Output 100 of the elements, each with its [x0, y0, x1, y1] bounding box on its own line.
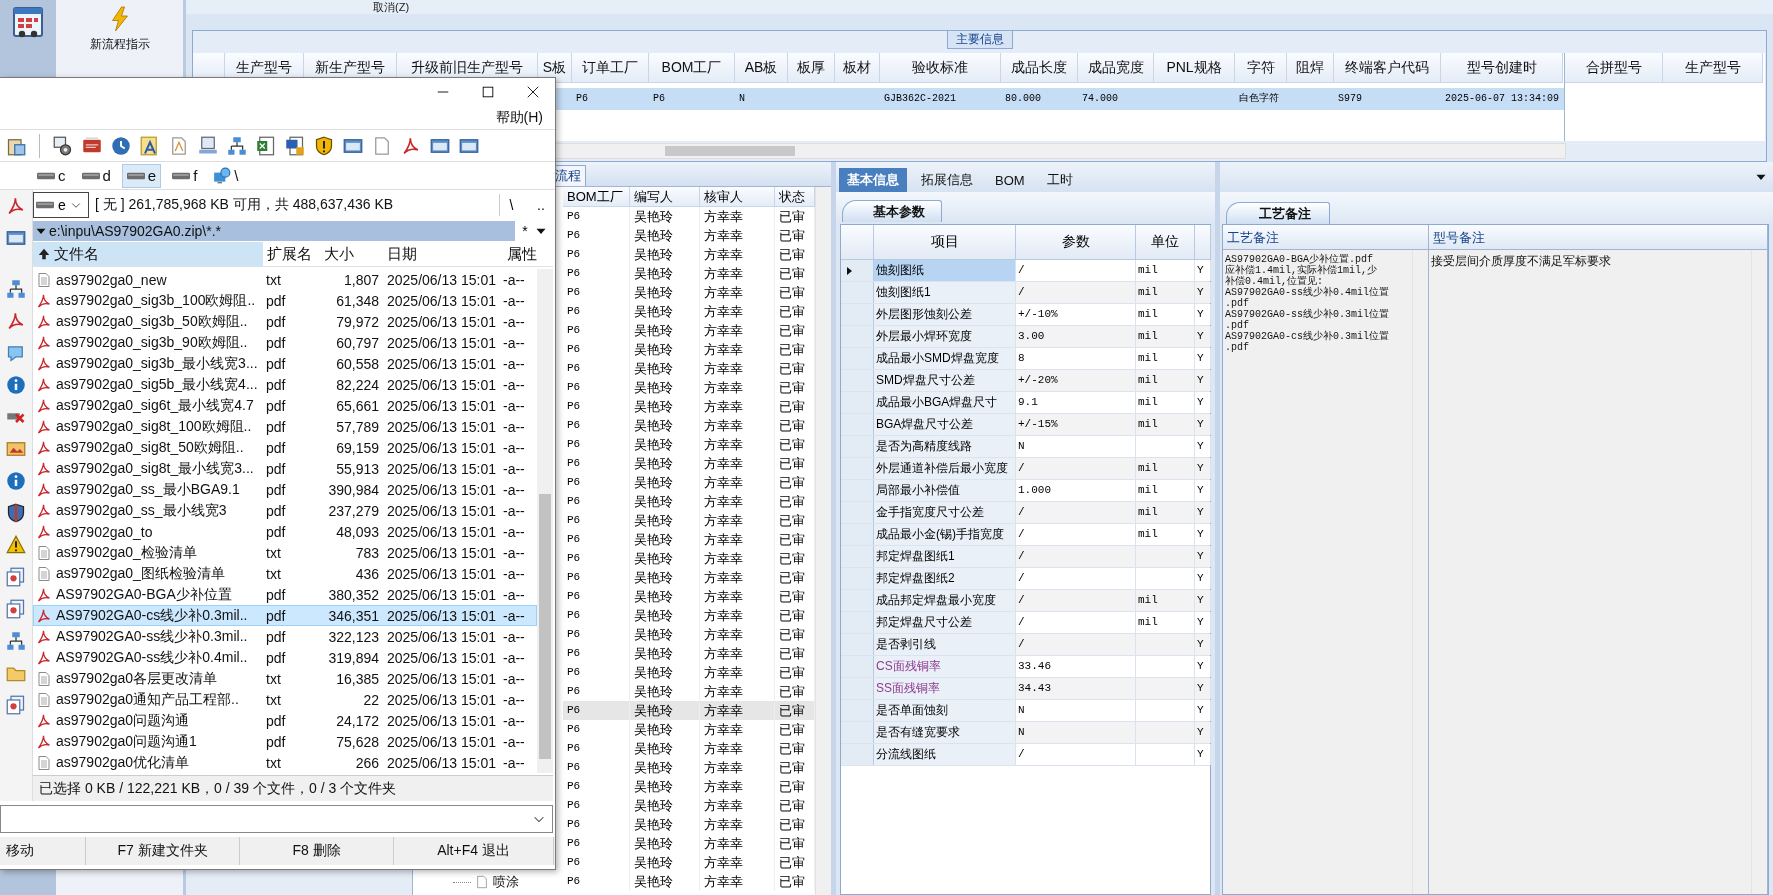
column-header[interactable]: AB板	[735, 53, 788, 83]
file-row[interactable]: as97902ga0_sig8t_50欧姆阻.. pdf 69,159 2025/06/13 15:01 -a--	[33, 437, 537, 458]
column-header[interactable]: 合拼型号	[1565, 53, 1663, 83]
file-row[interactable]: AS97902GA0-ss线少补0.3mil.. pdf 322,123 2025/06/13 15:01 -a--	[33, 626, 537, 647]
table-row[interactable]: 分流线图纸 / Y	[841, 744, 1210, 766]
file-row[interactable]: AS97902GA0-BGA少补位置 pdf 380,352 2025/06/13 15:01 -a--	[33, 584, 537, 605]
window-icon[interactable]	[6, 228, 26, 248]
page-icon[interactable]	[169, 135, 189, 156]
table-cell[interactable]: 是否单面蚀刻	[874, 700, 1016, 721]
table-cell[interactable]: 分流线图纸	[874, 744, 1016, 765]
table-cell[interactable]: 外层图形蚀刻公差	[874, 304, 1016, 325]
file-row[interactable]: as97902ga0通知产品工程部.. txt 22 2025/06/13 15:01 -a--	[33, 689, 537, 710]
table-cell[interactable]: 是否剥引线	[874, 634, 1016, 655]
table-row[interactable]: 外层最小焊环宽度 3.00 mil Y	[841, 326, 1210, 348]
network-icon[interactable]	[6, 631, 26, 651]
gear-icon[interactable]	[53, 135, 73, 156]
file-row[interactable]: as97902ga0_sig3b_50欧姆阻.. pdf 79,972 2025/06/13 15:01 -a--	[33, 311, 537, 332]
table-cell[interactable]: 成品邦定焊盘最小宽度	[874, 590, 1016, 611]
table-row[interactable]: 外层图形蚀刻公差 +/-10% mil Y	[841, 304, 1210, 326]
file-row[interactable]: AS97902GA0-ss线少补0.4mil.. pdf 319,894 2025/06/13 15:01 -a--	[33, 647, 537, 668]
table-row[interactable]: 局部最小补偿值 1.000 mil Y	[841, 480, 1210, 502]
column-header[interactable]: BOM工厂	[649, 53, 735, 83]
table-row[interactable]: 成品最小金(锡)手指宽度 / mil Y	[841, 524, 1210, 546]
file-row[interactable]: as97902ga0_ss_最小线宽3 pdf 237,279 2025/06/13 15:01 -a--	[33, 500, 537, 521]
file-row[interactable]: as97902ga0_检验清单 txt 783 2025/06/13 15:01 -a--	[33, 542, 537, 563]
table-cell[interactable]: SS面残铜率	[874, 678, 1016, 699]
info-icon[interactable]	[6, 375, 26, 395]
file-row[interactable]: as97902ga0各层更改清单 txt 16,385 2025/06/13 15:01 -a--	[33, 668, 537, 689]
chat-bubble-icon[interactable]	[6, 343, 26, 363]
file-row[interactable]: as97902ga0_sig6t_最小线宽4.7 pdf 65,661 2025/06/13 15:01 -a--	[33, 395, 537, 416]
table-cell[interactable]: 金手指宽度尺寸公差	[874, 502, 1016, 523]
drive-button[interactable]: c	[32, 163, 71, 188]
table-row[interactable]: 邦定焊盘图纸2 / Y	[841, 568, 1210, 590]
path-bar[interactable]: e:\inpu\AS97902GA0.zip\*.*	[33, 221, 515, 241]
document-stack-icon[interactable]	[6, 599, 26, 619]
drive-button[interactable]: d	[76, 163, 116, 188]
column-header[interactable]: 核审人	[700, 187, 775, 207]
table-cell[interactable]: 邦定焊盘尺寸公差	[874, 612, 1016, 633]
file-row[interactable]: as97902ga0问题沟通1 pdf 75,628 2025/06/13 15:01 -a--	[33, 731, 537, 752]
tab[interactable]: 基本信息	[839, 168, 907, 192]
column-header[interactable]: 阻焊	[1287, 53, 1334, 83]
file-row[interactable]: as97902ga0优化清单 txt 266 2025/06/13 15:01 -a--	[33, 752, 537, 773]
table-row[interactable]: 是否剥引线 / Y	[841, 634, 1210, 656]
warning-icon[interactable]	[6, 535, 26, 555]
vertical-scrollbar[interactable]	[815, 187, 831, 895]
table-cell[interactable]: SMD焊盘尺寸公差	[874, 370, 1016, 391]
file-row[interactable]: as97902ga0_new txt 1,807 2025/06/13 15:01 -a--	[33, 269, 537, 290]
table-row[interactable]: 邦定焊盘尺寸公差 / mil Y	[841, 612, 1210, 634]
table-row[interactable]: 成品邦定焊盘最小宽度 / mil Y	[841, 590, 1210, 612]
file-row[interactable]: as97902ga0_sig3b_100欧姆阻.. pdf 61,348 2025/06/13 15:01 -a--	[33, 290, 537, 311]
tree-item[interactable]: 喷涂	[453, 873, 563, 891]
file-row[interactable]: AS97902GA0-cs线少补0.3mil.. pdf 346,351 2025/06/13 15:01 -a--	[33, 605, 537, 626]
table-cell[interactable]: 成品最小BGA焊盘尺寸	[874, 392, 1016, 413]
column-header[interactable]: 状态	[775, 187, 815, 207]
column-header[interactable]: 订单工厂	[572, 53, 649, 83]
table-row[interactable]: 成品最小SMD焊盘宽度 8 mil Y	[841, 348, 1210, 370]
spreadsheet-icon[interactable]	[256, 135, 276, 156]
cancel-button[interactable]: 取消(Z)	[373, 1, 410, 13]
pdf-file-icon[interactable]	[401, 135, 421, 156]
table-row[interactable]: 蚀刻图纸 / mil Y	[841, 260, 1210, 282]
table-row[interactable]: BGA焊盘尺寸公差 +/-15% mil Y	[841, 414, 1210, 436]
picture-icon[interactable]	[6, 439, 26, 459]
table-cell[interactable]: 邦定焊盘图纸2	[874, 568, 1016, 589]
column-header[interactable]: 板厚	[788, 53, 835, 83]
table-cell[interactable]: 邦定焊盘图纸1	[874, 546, 1016, 567]
table-row[interactable]: 外层通道补偿后最小宽度 / mil Y	[841, 458, 1210, 480]
info-icon[interactable]	[6, 471, 26, 491]
table-row[interactable]: CS面残铜率 33.46 Y	[841, 656, 1210, 678]
column-header[interactable]: BOM工厂	[563, 187, 630, 207]
tab[interactable]: BOM	[987, 168, 1033, 192]
pdf-file-icon[interactable]	[6, 196, 26, 216]
shield-icon[interactable]	[314, 135, 334, 156]
column-header[interactable]: 单位	[1136, 225, 1195, 260]
table-cell[interactable]: 是否为高精度线路	[874, 436, 1016, 457]
computer-icon[interactable]	[198, 135, 218, 156]
column-header[interactable]: 项目	[874, 225, 1016, 260]
column-header[interactable]: 板材	[835, 53, 880, 83]
root-button[interactable]: \	[499, 193, 523, 216]
drive-button[interactable]: e	[121, 163, 162, 188]
table-cell[interactable]: 外层通道补偿后最小宽度	[874, 458, 1016, 479]
drive-button[interactable]: f	[167, 163, 203, 188]
table-cell[interactable]: BGA焊盘尺寸公差	[874, 414, 1016, 435]
column-header[interactable]: 终端客户代码	[1334, 53, 1441, 83]
document-stack-icon[interactable]	[6, 695, 26, 715]
column-header[interactable]: 验收标准	[880, 53, 1001, 83]
table-cell[interactable]: 蚀刻图纸1	[874, 282, 1016, 303]
file-row[interactable]: as97902ga0_sig5b_最小线宽4... pdf 82,224 2025/06/13 15:01 -a--	[33, 374, 537, 395]
table-row[interactable]: 邦定焊盘图纸1 / Y	[841, 546, 1210, 568]
launcher-button[interactable]: 新流程指示	[85, 6, 154, 53]
parent-button[interactable]: ..	[529, 193, 553, 216]
file-row[interactable]: as97902ga0_图纸检验清单 txt 436 2025/06/13 15:01 -a--	[33, 563, 537, 584]
file-row[interactable]: as97902ga0_sig8t_最小线宽3... pdf 55,913 2025/06/13 15:01 -a--	[33, 458, 537, 479]
column-header[interactable]: 文件名	[33, 242, 263, 266]
table-cell[interactable]: 蚀刻图纸	[874, 260, 1016, 281]
document-stack-icon[interactable]	[6, 567, 26, 587]
table-cell[interactable]: 局部最小补偿值	[874, 480, 1016, 501]
network-icon[interactable]	[6, 279, 26, 299]
column-header[interactable]: 型号创建时	[1441, 53, 1563, 83]
table-cell[interactable]: 外层最小焊环宽度	[874, 326, 1016, 347]
table-row[interactable]: 成品最小BGA焊盘尺寸 9.1 mil Y	[841, 392, 1210, 414]
